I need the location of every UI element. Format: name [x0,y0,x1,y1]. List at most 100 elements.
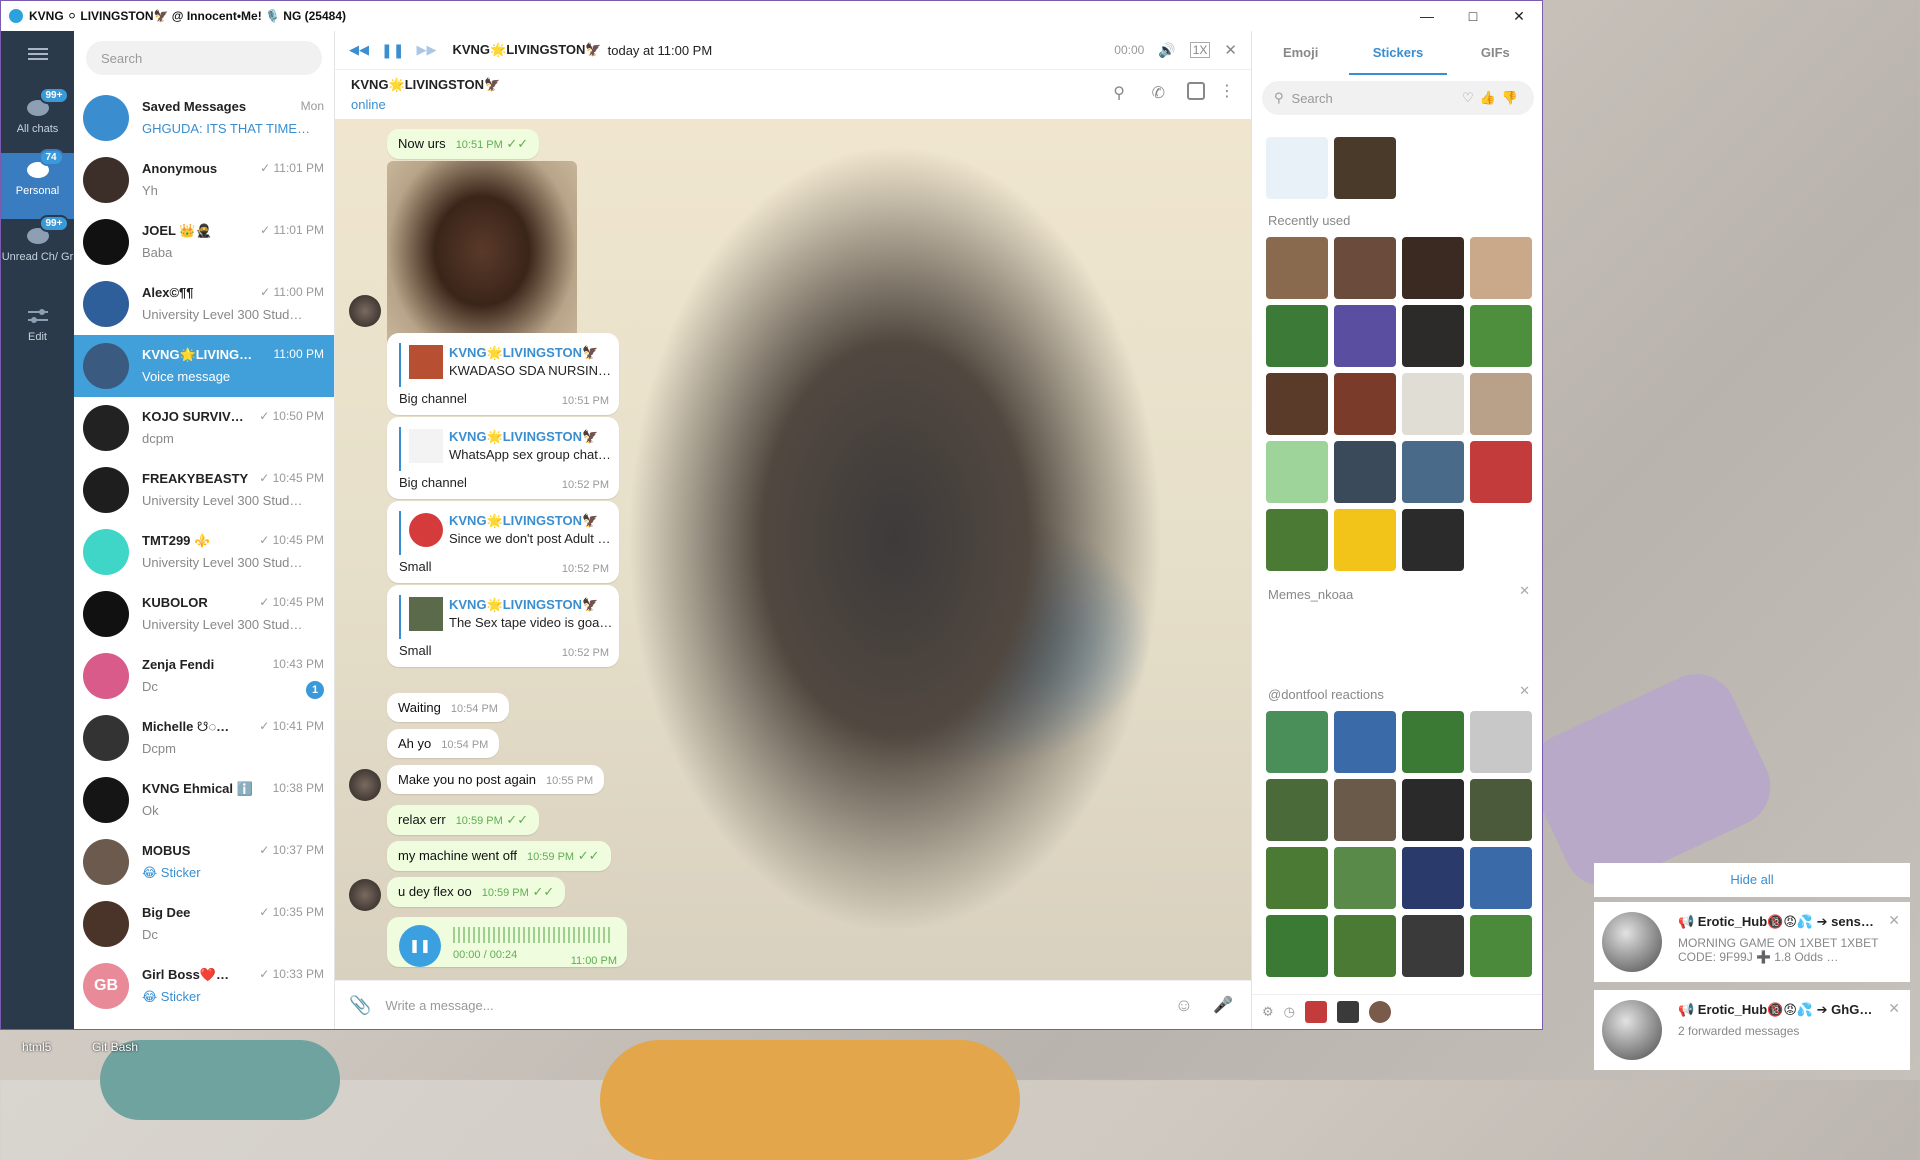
chat-list-item[interactable]: Michelle ☋◌… ✓ 10:41 PM Dcpm [74,707,334,769]
chat-list-item[interactable]: Big Dee ✓ 10:35 PM Dc [74,893,334,955]
volume-icon[interactable]: 🔊 [1158,42,1175,59]
message-bubble[interactable]: my machine went off 10:59 PM ✓✓ [387,841,611,871]
message-bubble[interactable]: u dey flex oo 10:59 PM ✓✓ [387,877,566,907]
sticker[interactable] [1334,237,1396,299]
folder-personal[interactable]: 74 Personal [1,149,74,219]
attach-icon[interactable]: 📎 [349,995,371,1016]
sticker[interactable] [1402,373,1464,435]
sticker[interactable] [1266,779,1328,841]
close-icon[interactable]: ✕ [1888,1000,1900,1017]
sticker[interactable] [1470,847,1532,909]
sticker[interactable] [1266,237,1328,299]
sticker[interactable] [1334,779,1396,841]
menu-button[interactable] [1,43,74,69]
close-section-icon[interactable]: ✕ [1519,683,1530,699]
sticker[interactable] [1402,915,1464,977]
sticker[interactable] [1402,237,1464,299]
sticker[interactable] [1402,441,1464,503]
sender-avatar[interactable] [349,879,381,911]
message-bubble[interactable]: Make you no post again 10:55 PM [387,765,605,794]
notification-toast[interactable]: 📢 Erotic_Hub🔞😡💦 ➔ sens… MORNING GAME ON … [1594,902,1910,982]
sticker[interactable] [1402,509,1464,571]
sticker[interactable] [1470,779,1532,841]
sticker-set-icon[interactable] [1305,1001,1327,1023]
sticker-search-input[interactable]: ⚲ Search ♡👍👎 [1262,81,1534,115]
search-icon[interactable]: ⚲ [1113,83,1125,103]
chat-list-item[interactable]: Saved Messages Mon GHGUDA: ITS THAT TIME… [74,87,334,149]
tab-emoji[interactable]: Emoji [1252,31,1349,75]
sticker[interactable] [1334,509,1396,571]
sticker[interactable] [1266,305,1328,367]
tab-gifs[interactable]: GIFs [1447,31,1542,75]
sticker[interactable] [1470,237,1532,299]
maximize-button[interactable]: □ [1450,1,1496,31]
message-input[interactable]: Write a message... [385,998,493,1013]
pause-icon[interactable]: ❚❚ [381,42,404,59]
forwarded-message[interactable]: KVNG🌟LIVINGSTON🦅 Since we don't post Adu… [387,501,619,583]
close-window-button[interactable]: ✕ [1496,1,1542,31]
photo-message[interactable] [387,161,577,361]
chat-search-input[interactable]: Search [86,41,322,75]
chat-list-item[interactable]: Anonymous ✓ 11:01 PM Yh [74,149,334,211]
chat-list-item[interactable]: GB Girl Boss❤️… ✓ 10:33 PM 😂 Sticker [74,955,334,1017]
sender-avatar[interactable] [349,295,381,327]
more-menu-icon[interactable]: ⋮ [1219,81,1235,101]
voice-message[interactable]: ❚❚ 00:00 / 00:24 11:00 PM [387,917,627,967]
voice-waveform[interactable] [453,927,613,943]
chat-list-item[interactable]: Alex©¶¶ ✓ 11:00 PM University Level 300 St… [74,273,334,335]
message-bubble[interactable]: Waiting 10:54 PM [387,693,509,722]
sticker[interactable] [1266,373,1328,435]
sticker[interactable] [1470,305,1532,367]
sticker-set-icon[interactable] [1337,1001,1359,1023]
hide-all-notifications-button[interactable]: Hide all [1594,863,1910,897]
sticker[interactable] [1266,441,1328,503]
desktop-icon-html5[interactable]: html5 [22,1040,51,1054]
chat-list-item[interactable]: TMT299 ⚜️ ✓ 10:45 PM University Level 300 … [74,521,334,583]
notification-toast[interactable]: 📢 Erotic_Hub🔞😡💦 ➔ GhG… 2 forwarded messa… [1594,990,1910,1070]
recent-clock-icon[interactable]: ◷ [1284,1004,1295,1020]
sender-avatar[interactable] [349,769,381,801]
chat-list-item[interactable]: FREAKYBEASTY ✓ 10:45 PM University Level 3… [74,459,334,521]
close-icon[interactable]: ✕ [1888,912,1900,929]
chat-list-item[interactable]: KVNG Ehmical ℹ️ 10:38 PM Ok [74,769,334,831]
sidebar-toggle-icon[interactable] [1187,82,1205,100]
sticker[interactable] [1334,137,1396,199]
tab-stickers[interactable]: Stickers [1349,31,1447,75]
forward-icon[interactable]: ▶▶ [416,42,436,58]
sticker[interactable] [1266,915,1328,977]
sticker[interactable] [1470,373,1532,435]
speed-button[interactable]: 1X [1189,42,1211,58]
chat-list-item[interactable]: Zenja Fendi 10:43 PM Dc 1 [74,645,334,707]
chat-list-item[interactable]: KOJO SURVIV… ✓ 10:50 PM dcpm [74,397,334,459]
emoji-icon[interactable]: ☺ [1175,995,1193,1016]
message-bubble[interactable]: Ah yo 10:54 PM [387,729,500,758]
sticker[interactable] [1402,779,1464,841]
chat-list-item[interactable]: KUBOLOR ✓ 10:45 PM University Level 300 St… [74,583,334,645]
sticker-set-icon[interactable] [1369,1001,1391,1023]
minimize-button[interactable]: — [1404,1,1450,31]
close-section-icon[interactable]: ✕ [1519,583,1530,599]
chat-header[interactable]: KVNG🌟LIVINGSTON🦅 online ⚲ ✆ ⋮ [335,69,1251,120]
forwarded-message[interactable]: KVNG🌟LIVINGSTON🦅 WhatsApp sex group chat… [387,417,619,499]
sticker[interactable] [1334,711,1396,773]
reaction-filter-icons[interactable]: ♡👍👎 [1462,90,1524,106]
forwarded-message[interactable]: KVNG🌟LIVINGSTON🦅 KWADASO SDA NURSING … B… [387,333,619,415]
sticker[interactable] [1334,847,1396,909]
sticker[interactable] [1266,847,1328,909]
sticker[interactable] [1470,441,1532,503]
sticker[interactable] [1266,137,1328,199]
phone-icon[interactable]: ✆ [1152,83,1165,103]
chat-list-item[interactable]: KVNG🌟LIVING… 11:00 PM Voice message [74,335,334,397]
sticker[interactable] [1402,711,1464,773]
folder-edit[interactable]: Edit [1,299,74,355]
sticker[interactable] [1402,847,1464,909]
sticker[interactable] [1334,441,1396,503]
forwarded-message[interactable]: KVNG🌟LIVINGSTON🦅 The Sex tape video is g… [387,585,619,667]
microphone-icon[interactable]: 🎤 [1213,995,1233,1015]
sticker[interactable] [1334,305,1396,367]
sticker[interactable] [1334,373,1396,435]
rewind-icon[interactable]: ◀◀ [349,42,369,58]
sticker[interactable] [1470,915,1532,977]
desktop-icon-git-bash[interactable]: Git Bash [92,1040,138,1054]
message-bubble[interactable]: Now urs 10:51 PM ✓✓ [387,129,540,159]
